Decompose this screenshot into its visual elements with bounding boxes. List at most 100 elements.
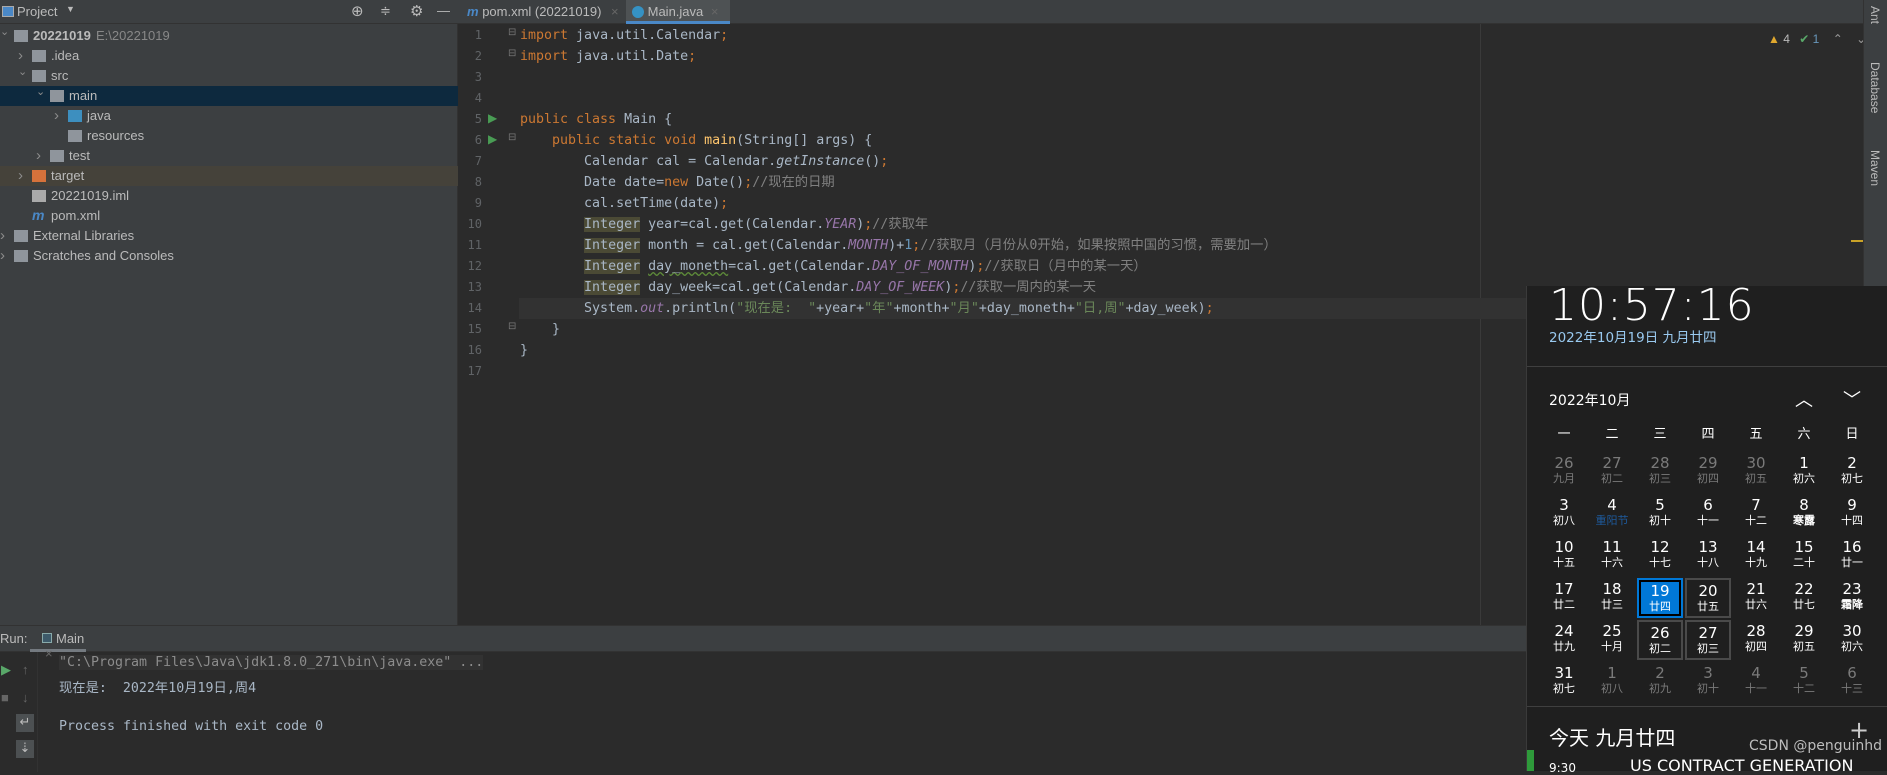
rerun-icon[interactable]: ▶ [1,662,11,678]
calendar-day[interactable]: 16 廿一 [1829,536,1875,576]
calendar-day[interactable]: 28 初四 [1733,620,1779,660]
calendar-day[interactable]: 27 初三 [1685,620,1731,660]
calendar-day[interactable]: 30 初五 [1733,452,1779,492]
code-line[interactable] [520,67,1860,88]
calendar-day[interactable]: 11 十六 [1589,536,1635,576]
tree-item-scratches-and-consoles[interactable]: › Scratches and Consoles [0,246,458,266]
calendar-day[interactable]: 13 十八 [1685,536,1731,576]
code-line[interactable]: import java.util.Date; [520,46,1860,67]
chevron-right-icon[interactable]: › [18,166,23,186]
previous-highlight-icon[interactable]: ⌃ [1833,32,1843,46]
code-line[interactable]: Integer month = cal.get(Calendar.MONTH)+… [520,235,1860,256]
code-line[interactable]: Integer year=cal.get(Calendar.YEAR);//获取… [520,214,1860,235]
code-line[interactable]: cal.setTime(date); [520,193,1860,214]
code-line[interactable] [520,88,1860,109]
calendar-day[interactable]: 31 初七 [1541,662,1587,702]
project-view-selector[interactable]: Project [17,4,57,19]
calendar-day[interactable]: 30 初六 [1829,620,1875,660]
tree-item-20221019[interactable]: ⌄ 20221019 E:\20221019 [0,26,458,46]
calendar-day-today[interactable]: 19 廿四 [1637,578,1683,618]
chevron-right-icon[interactable]: › [54,106,59,126]
warning-marker[interactable] [1851,240,1863,242]
tree-item-main[interactable]: ⌄ main [0,86,458,106]
scroll-down-icon[interactable]: ↓ [22,690,29,705]
fold-icon[interactable]: ⊟ [508,48,516,59]
chevron-down-icon[interactable]: ⌄ [0,22,9,42]
calendar-day[interactable]: 23 霜降 [1829,578,1875,618]
calendar-day[interactable]: 5 初十 [1637,494,1683,534]
stop-icon[interactable]: ■ [1,690,9,705]
tree-item-src[interactable]: ⌄ src [0,66,458,86]
chevron-right-icon[interactable]: › [0,226,5,246]
calendar-day[interactable]: 6 十一 [1685,494,1731,534]
inspection-widget[interactable]: ▲ 4 ✔ 1 ⌃ ⌄ [1768,32,1866,46]
calendar-day[interactable]: 2 初九 [1637,662,1683,702]
locate-icon[interactable]: ⊕ [351,2,364,20]
fold-icon[interactable]: ⊟ [508,321,516,332]
close-icon[interactable]: × [711,4,719,19]
code-line[interactable]: Date date=new Date();//现在的日期 [520,172,1860,193]
calendar-day[interactable]: 14 十九 [1733,536,1779,576]
tree-item-20221019-iml[interactable]: 20221019.iml [0,186,458,206]
calendar-day[interactable]: 21 廿六 [1733,578,1779,618]
code-line[interactable]: public class Main { [520,109,1860,130]
calendar-day[interactable]: 1 初八 [1589,662,1635,702]
calendar-day[interactable]: 24 廿九 [1541,620,1587,660]
gear-icon[interactable]: ⚙ [410,2,423,20]
tree-item-test[interactable]: › test [0,146,458,166]
chevron-right-icon[interactable]: › [36,146,41,166]
tool-database[interactable]: Database [1868,62,1882,113]
calendar-day[interactable]: 10 十五 [1541,536,1587,576]
chevron-down-icon[interactable]: ⌄ [18,62,27,82]
close-icon[interactable]: × [611,4,619,19]
tree-item-resources[interactable]: resources [0,126,458,146]
run-gutter-icon[interactable]: ▶ [488,132,497,146]
fold-icon[interactable]: ⊟ [508,27,516,38]
run-gutter-icon[interactable]: ▶ [488,111,497,125]
tree-item-java[interactable]: › java [0,106,458,126]
calendar-day[interactable]: 15 二十 [1781,536,1827,576]
hide-icon[interactable]: — [437,3,450,18]
calendar-month-title[interactable]: 2022年10月 [1549,390,1630,410]
calendar-day[interactable]: 18 廿三 [1589,578,1635,618]
chevron-right-icon[interactable]: › [0,246,5,266]
run-tab-main[interactable]: Main × [30,626,86,661]
tree-item--idea[interactable]: › .idea [0,46,458,66]
chevron-up-icon[interactable]: ︿ [1795,386,1813,412]
chevron-down-icon[interactable]: ⌄ [36,82,45,102]
fold-icon[interactable]: ⊟ [508,132,516,143]
calendar-day[interactable]: 29 初五 [1781,620,1827,660]
code-line[interactable]: import java.util.Calendar; [520,25,1860,46]
close-icon[interactable]: × [45,646,53,661]
calendar-day[interactable]: 29 初四 [1685,452,1731,492]
code-line[interactable]: Calendar cal = Calendar.getInstance(); [520,151,1860,172]
collapse-all-icon[interactable]: ≑ [380,3,391,19]
calendar-day[interactable]: 26 九月 [1541,452,1587,492]
calendar-day[interactable]: 27 初二 [1589,452,1635,492]
calendar-day[interactable]: 20 廿五 [1685,578,1731,618]
scroll-to-end-icon[interactable]: ⇣ [16,740,34,758]
calendar-day[interactable]: 25 十月 [1589,620,1635,660]
tab-pom-xml[interactable]: m pom.xml (20221019) × [461,0,621,24]
code-line[interactable]: Integer day_moneth=cal.get(Calendar.DAY_… [520,256,1860,277]
calendar-day[interactable]: 12 十七 [1637,536,1683,576]
event-title[interactable]: US CONTRACT GENERATION [1630,756,1853,775]
soft-wrap-icon[interactable]: ↵ [16,714,34,732]
event-time[interactable]: 9:30 [1549,761,1576,775]
tree-item-external-libraries[interactable]: › External Libraries [0,226,458,246]
calendar-day[interactable]: 2 初七 [1829,452,1875,492]
calendar-day[interactable]: 7 十二 [1733,494,1779,534]
tab-main-java[interactable]: Main.java × [626,0,730,24]
calendar-day[interactable]: 3 初十 [1685,662,1731,702]
calendar-day[interactable]: 28 初三 [1637,452,1683,492]
tree-item-target[interactable]: › target [0,166,458,186]
chevron-down-icon[interactable]: ▼ [66,4,75,14]
calendar-day[interactable]: 22 廿七 [1781,578,1827,618]
calendar-day[interactable]: 17 廿二 [1541,578,1587,618]
calendar-day[interactable]: 3 初八 [1541,494,1587,534]
calendar-day[interactable]: 4 重阳节 [1589,494,1635,534]
calendar-day[interactable]: 4 十一 [1733,662,1779,702]
code-line[interactable]: public static void main(String[] args) { [520,130,1860,151]
calendar-day[interactable]: 5 十二 [1781,662,1827,702]
calendar-day[interactable]: 26 初二 [1637,620,1683,660]
